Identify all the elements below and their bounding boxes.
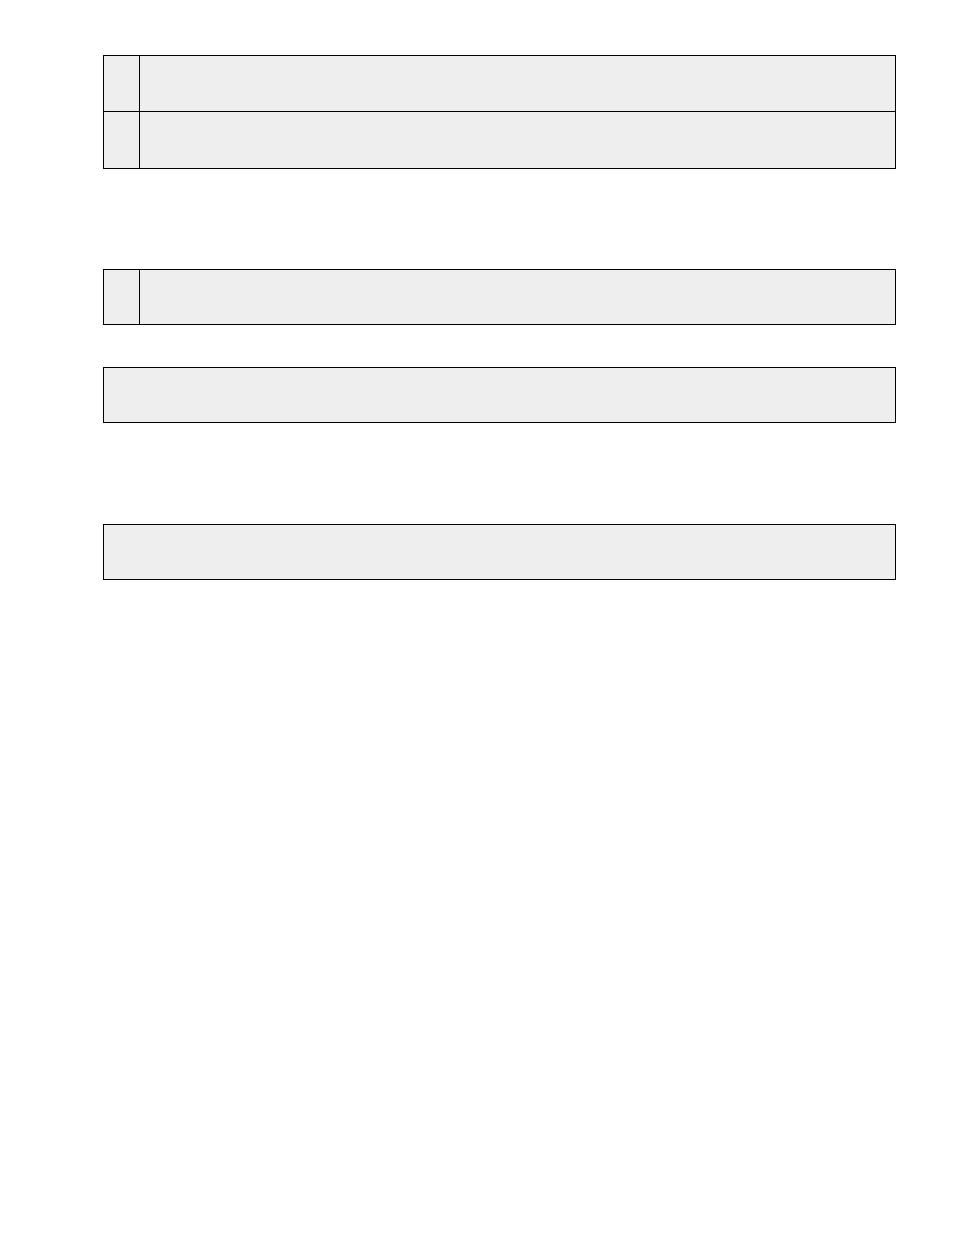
table-cell-right [140, 270, 895, 324]
table-cell-left [104, 112, 140, 168]
table-cell-left [104, 270, 140, 324]
table-cell-left [104, 56, 140, 111]
table-cell-right [140, 112, 895, 168]
table-row [104, 112, 895, 168]
table-row [104, 56, 895, 112]
document-page [103, 55, 896, 580]
table-1 [103, 55, 896, 169]
table-cell-right [140, 56, 895, 111]
table-3 [103, 367, 896, 423]
table-2 [103, 269, 896, 325]
table-4 [103, 524, 896, 580]
